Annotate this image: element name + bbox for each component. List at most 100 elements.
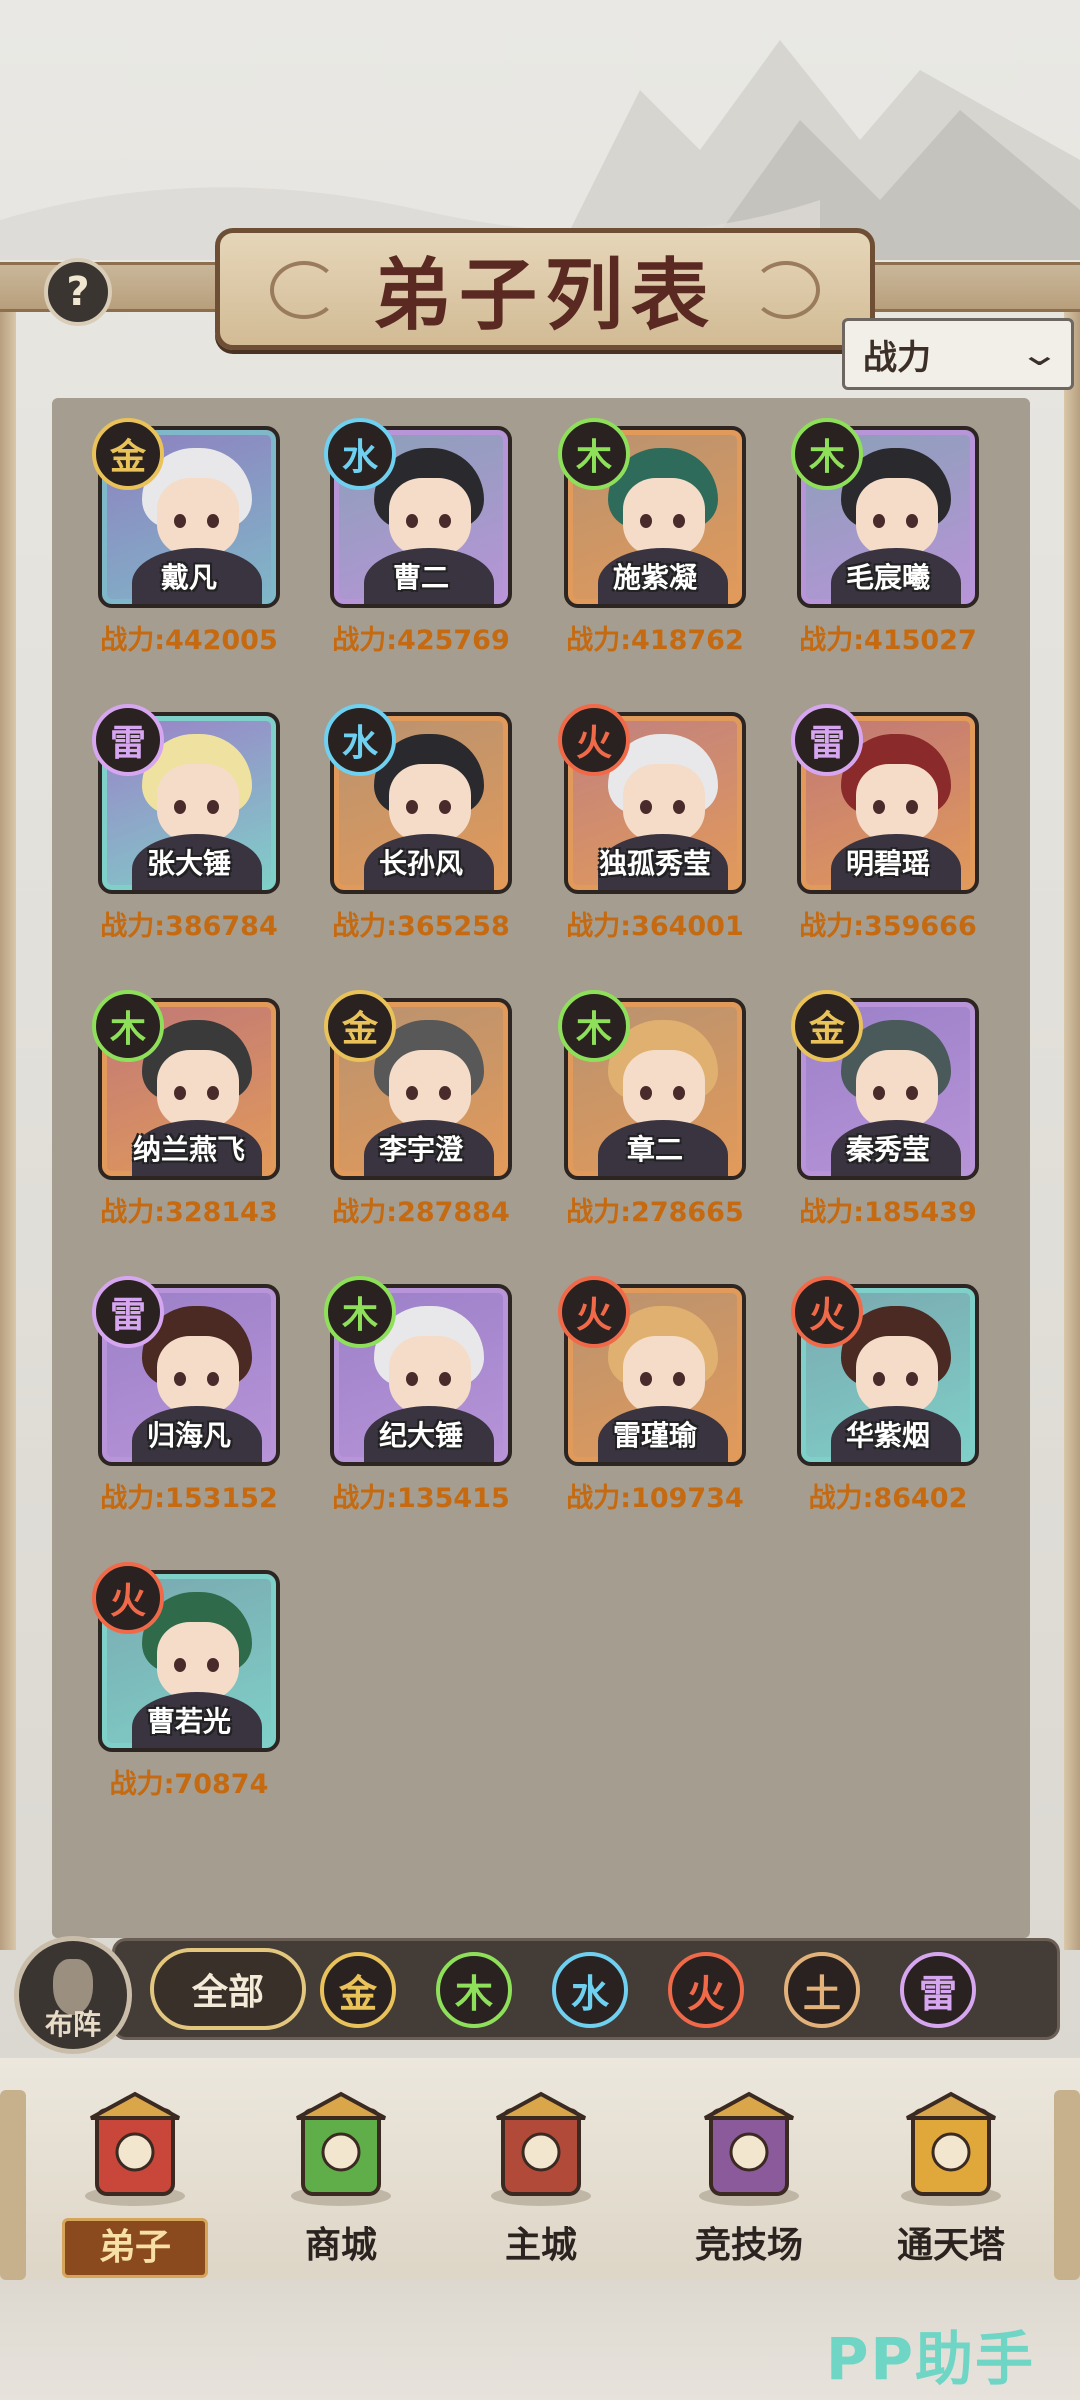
element-badge-icon: 金 — [324, 990, 396, 1062]
disciple-power: 战力:70874 — [109, 1769, 269, 1800]
disciple-power: 战力:386784 — [100, 911, 278, 942]
disciple-card[interactable]: 戴凡 金 战力:442005 — [92, 418, 288, 657]
tower-icon — [901, 2091, 1001, 2206]
formation-button[interactable]: 布阵 — [14, 1936, 132, 2054]
face-art — [157, 478, 239, 556]
element-badge-icon: 水 — [324, 418, 396, 490]
face-art — [856, 1336, 938, 1414]
filter-all-button[interactable]: 全部 — [150, 1948, 306, 2030]
watermark: PP助手 — [826, 2325, 1036, 2393]
disciple-power: 战力:442005 — [100, 625, 278, 656]
disciple-power: 战力:153152 — [100, 1483, 278, 1514]
element-badge-icon: 火 — [791, 1276, 863, 1348]
eye-art — [873, 1372, 885, 1386]
filter-element-button[interactable]: 金 — [320, 1952, 396, 2028]
eye-art — [439, 800, 451, 814]
disciple-card[interactable]: 明碧瑶 雷 战力:359666 — [791, 704, 987, 943]
disciple-name: 雷瑾瑜 — [612, 1419, 697, 1452]
disciple-card[interactable]: 曹二 水 战力:425769 — [324, 418, 520, 657]
eye-art — [406, 514, 418, 528]
nav-label: 通天塔 — [896, 2225, 1005, 2266]
eye-art — [439, 1372, 451, 1386]
disciple-card[interactable]: 纪大锤 木 战力:135415 — [324, 1276, 520, 1515]
face-art — [389, 764, 471, 842]
element-badge-icon: 水 — [324, 704, 396, 776]
disciple-card[interactable]: 独孤秀莹 火 战力:364001 — [558, 704, 754, 943]
sort-dropdown-label: 战力 — [863, 337, 931, 378]
disciple-power: 战力:415027 — [799, 625, 977, 656]
filter-element-button[interactable]: 火 — [668, 1952, 744, 2028]
filter-element-button[interactable]: 木 — [436, 1952, 512, 2028]
disciple-power: 战力:328143 — [100, 1197, 278, 1228]
eye-art — [906, 514, 918, 528]
disciple-banner-icon — [85, 2091, 185, 2206]
eye-art — [174, 800, 186, 814]
help-icon[interactable]: ? — [44, 258, 112, 326]
formation-label: 布阵 — [44, 2008, 101, 2041]
disciple-card[interactable]: 张大锤 雷 战力:386784 — [92, 704, 288, 943]
disciple-card[interactable]: 毛宸曦 木 战力:415027 — [791, 418, 987, 657]
element-badge-icon: 雷 — [791, 704, 863, 776]
face-art — [389, 478, 471, 556]
eye-art — [174, 514, 186, 528]
page-title: 弟子列表 — [372, 250, 717, 341]
disciple-card[interactable]: 归海凡 雷 战力:153152 — [92, 1276, 288, 1515]
filter-element-button[interactable]: 土 — [784, 1952, 860, 2028]
eye-art — [207, 1658, 219, 1672]
disciple-name: 秦秀莹 — [845, 1133, 930, 1166]
element-badge-icon: 雷 — [92, 704, 164, 776]
disciple-card[interactable]: 曹若光 火 战力:70874 — [92, 1562, 288, 1801]
element-badge-icon: 金 — [92, 418, 164, 490]
crossed-swords-icon — [699, 2091, 799, 2206]
element-badge-icon: 火 — [558, 704, 630, 776]
filter-element-button[interactable]: 水 — [552, 1952, 628, 2028]
disciple-card[interactable]: 华紫烟 火 战力:86402 — [791, 1276, 987, 1515]
disciple-name: 张大锤 — [146, 847, 231, 880]
element-badge-icon: 木 — [324, 1276, 396, 1348]
disciple-power: 战力:287884 — [332, 1197, 510, 1228]
disciple-name: 长孙风 — [378, 847, 463, 880]
nav-label: 主城 — [504, 2225, 577, 2266]
eye-art — [207, 1372, 219, 1386]
disciple-power: 战力:109734 — [566, 1483, 744, 1514]
eye-art — [174, 1086, 186, 1100]
eye-art — [673, 1086, 685, 1100]
face-art — [623, 478, 705, 556]
sort-dropdown[interactable]: 战力 ⌄ — [842, 318, 1074, 390]
disciple-card[interactable]: 施紫凝 木 战力:418762 — [558, 418, 754, 657]
face-art — [856, 1050, 938, 1128]
disciple-name: 戴凡 — [160, 561, 217, 594]
disciple-card[interactable]: 雷瑾瑜 火 战力:109734 — [558, 1276, 754, 1515]
nav-item[interactable]: 竞技场 — [654, 2078, 844, 2278]
eye-art — [640, 514, 652, 528]
disciple-card[interactable]: 秦秀莹 金 战力:185439 — [791, 990, 987, 1229]
disciple-power: 战力:365258 — [332, 911, 510, 942]
eye-art — [207, 1086, 219, 1100]
ink-mountains-background — [0, 40, 1080, 260]
nav-item[interactable]: 弟子 — [40, 2078, 230, 2278]
element-badge-icon: 火 — [92, 1562, 164, 1634]
disciple-card[interactable]: 长孙风 水 战力:365258 — [324, 704, 520, 943]
nav-item[interactable]: 主城 — [446, 2078, 636, 2278]
face-art — [623, 1050, 705, 1128]
nav-item[interactable]: 通天塔 — [856, 2078, 1046, 2278]
nav-label: 弟子 — [62, 2218, 208, 2278]
disciple-power: 战力:359666 — [799, 911, 977, 942]
face-art — [157, 1622, 239, 1700]
disciple-name: 曹若光 — [146, 1705, 231, 1738]
shop-jade-icon — [291, 2091, 391, 2206]
eye-art — [640, 1086, 652, 1100]
disciple-name: 纪大锤 — [378, 1419, 463, 1452]
eye-art — [406, 1086, 418, 1100]
chevron-down-icon: ⌄ — [1018, 335, 1062, 373]
eye-art — [906, 1372, 918, 1386]
element-badge-icon: 木 — [558, 418, 630, 490]
disciple-card[interactable]: 李宇澄 金 战力:287884 — [324, 990, 520, 1229]
nav-item[interactable]: 商城 — [246, 2078, 436, 2278]
disciple-card[interactable]: 纳兰燕飞 木 战力:328143 — [92, 990, 288, 1229]
disciple-name: 华紫烟 — [845, 1419, 930, 1452]
disciple-card[interactable]: 章二 木 战力:278665 — [558, 990, 754, 1229]
eye-art — [174, 1658, 186, 1672]
plaque-scroll-ornament — [270, 261, 338, 319]
filter-element-button[interactable]: 雷 — [900, 1952, 976, 2028]
